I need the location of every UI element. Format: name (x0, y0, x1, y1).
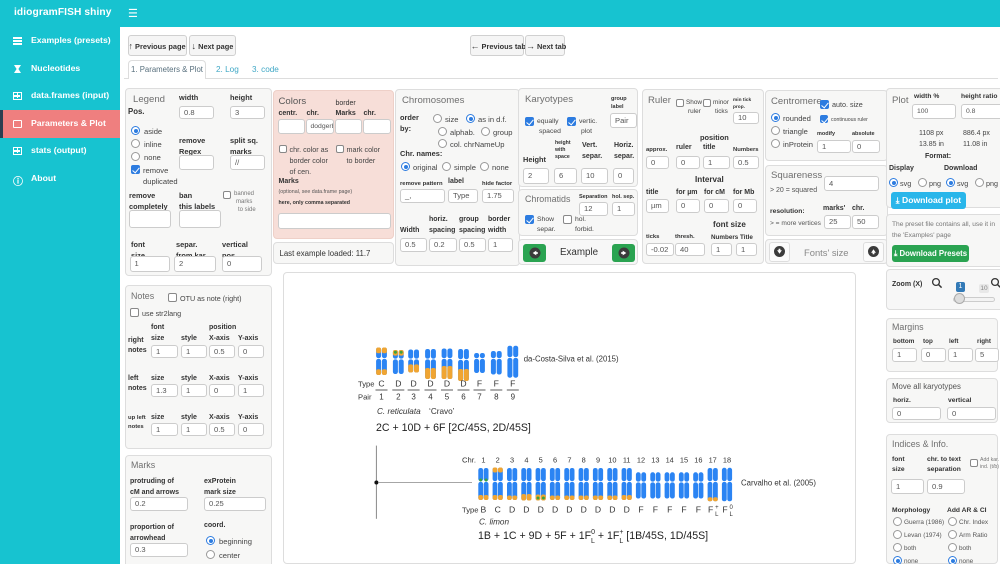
svg-text:1B + 1C + 9D + 5F + 1F0L + 1F+: 1B + 1C + 9D + 5F + 1F0L + 1F+L [1B/45S,… (478, 529, 708, 545)
svg-text:F: F (638, 505, 643, 515)
svg-text:D: D (460, 379, 466, 389)
svg-text:2: 2 (396, 393, 401, 402)
svg-text:L: L (715, 512, 719, 518)
svg-text:8: 8 (494, 393, 499, 402)
svg-text:1: 1 (379, 393, 384, 402)
svg-text:F: F (477, 379, 482, 389)
svg-text:D: D (581, 505, 587, 515)
svg-text:D: D (624, 505, 630, 515)
svg-text:L: L (730, 512, 734, 518)
svg-text:F: F (708, 505, 713, 515)
svg-text:D: D (552, 505, 558, 515)
svg-text:D: D (538, 505, 544, 515)
svg-text:D: D (444, 379, 450, 389)
svg-text:3: 3 (411, 393, 416, 402)
svg-text:11: 11 (623, 456, 631, 465)
svg-text:4: 4 (428, 393, 433, 402)
svg-text:Chr.: Chr. (462, 456, 476, 465)
svg-text:15: 15 (680, 456, 688, 465)
svg-text:D: D (609, 505, 615, 515)
svg-text:F: F (494, 379, 499, 389)
svg-text:C. reticulata: C. reticulata (377, 407, 421, 416)
svg-text:17: 17 (709, 456, 717, 465)
svg-text:D: D (566, 505, 572, 515)
svg-text:F: F (667, 505, 672, 515)
svg-text:10: 10 (608, 456, 616, 465)
svg-text:D: D (427, 379, 433, 389)
svg-text:D: D (395, 379, 401, 389)
svg-text:0: 0 (730, 505, 734, 511)
svg-text:C. limon: C. limon (479, 518, 509, 527)
svg-text:3: 3 (510, 456, 514, 465)
svg-text:5: 5 (539, 456, 543, 465)
svg-text:C: C (495, 505, 501, 515)
svg-text:2: 2 (496, 456, 500, 465)
svg-text:8: 8 (582, 456, 586, 465)
svg-text:C: C (378, 379, 384, 389)
svg-text:7: 7 (477, 393, 482, 402)
svg-text:6: 6 (461, 393, 466, 402)
svg-text:6: 6 (553, 456, 557, 465)
svg-text:‘Cravo’: ‘Cravo’ (429, 407, 455, 416)
svg-text:D: D (595, 505, 601, 515)
svg-text:1: 1 (481, 456, 485, 465)
svg-text:Type: Type (462, 506, 478, 515)
svg-text:14: 14 (666, 456, 674, 465)
svg-text:F: F (653, 505, 658, 515)
svg-text:D: D (523, 505, 529, 515)
svg-text:2C + 10D + 6F [2C/45S, 2D/45S]: 2C + 10D + 6F [2C/45S, 2D/45S] (376, 422, 531, 434)
svg-text:F: F (722, 505, 727, 515)
svg-text:13: 13 (651, 456, 659, 465)
svg-text:da-Costa-Silva et al. (2015): da-Costa-Silva et al. (2015) (524, 355, 619, 364)
svg-text:5: 5 (445, 393, 450, 402)
svg-text:4: 4 (524, 456, 528, 465)
svg-text:Carvalho et al. (2005): Carvalho et al. (2005) (741, 479, 816, 488)
svg-text:9: 9 (511, 393, 516, 402)
svg-text:Type: Type (358, 380, 374, 389)
svg-text:F: F (681, 505, 686, 515)
svg-text:12: 12 (637, 456, 645, 465)
svg-text:B: B (481, 505, 487, 515)
svg-text:9: 9 (596, 456, 600, 465)
svg-text:F: F (510, 379, 515, 389)
svg-text:Pair: Pair (358, 393, 372, 402)
svg-text:D: D (509, 505, 515, 515)
svg-text:16: 16 (694, 456, 702, 465)
svg-text:18: 18 (723, 456, 731, 465)
svg-text:F: F (696, 505, 701, 515)
svg-text:+: + (715, 505, 719, 511)
svg-text:D: D (410, 379, 416, 389)
svg-text:7: 7 (567, 456, 571, 465)
